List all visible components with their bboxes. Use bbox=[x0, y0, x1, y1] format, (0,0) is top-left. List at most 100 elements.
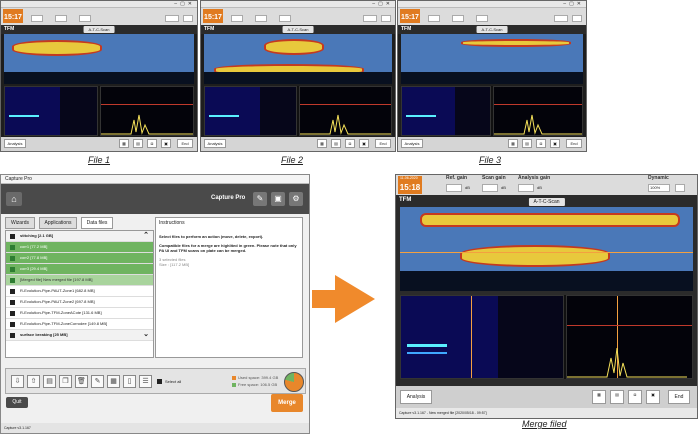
file-row[interactable]: R-Evolution-Pipe-TFM-ZoneCorrodee [149.8… bbox=[6, 319, 153, 330]
ref-gain-input[interactable] bbox=[231, 15, 243, 22]
save-button[interactable]: ▣ bbox=[271, 192, 285, 206]
window-header: 15:17 bbox=[201, 8, 395, 25]
tool-button-2[interactable]: ▤ bbox=[610, 390, 624, 404]
folder-row[interactable]: surface breaking [25 MB] ⌄ bbox=[6, 330, 153, 341]
row-checkbox[interactable] bbox=[10, 234, 15, 239]
probe-toggle[interactable] bbox=[381, 15, 391, 22]
quit-button[interactable]: Quit bbox=[6, 397, 28, 408]
dynamic-select[interactable] bbox=[363, 15, 377, 22]
scan-gain-input[interactable] bbox=[55, 15, 67, 22]
caption-file-2: File 2 bbox=[281, 155, 304, 165]
analysis-button[interactable]: Analysis bbox=[4, 139, 26, 148]
scan-gain-input[interactable] bbox=[452, 15, 464, 22]
merge-button[interactable]: Merge bbox=[271, 394, 303, 412]
dynamic-select[interactable] bbox=[554, 15, 568, 22]
export-button[interactable]: ⇧ bbox=[27, 375, 40, 388]
camera-button[interactable]: ◘ bbox=[147, 139, 157, 148]
copy-button[interactable]: ❐ bbox=[59, 375, 72, 388]
tab-atc-scan[interactable]: A-T-C-Scan bbox=[476, 26, 508, 33]
analysis-gain-input[interactable] bbox=[518, 184, 534, 192]
report-button[interactable]: ▦ bbox=[107, 375, 120, 388]
home-button[interactable]: ⌂ bbox=[6, 192, 22, 206]
row-checkbox[interactable] bbox=[10, 333, 15, 338]
analysis-button[interactable]: Analysis bbox=[401, 139, 423, 148]
dynamic-select[interactable]: 100% bbox=[648, 184, 670, 192]
file-row[interactable]: R-Evolution-Pipe-TFM-ZoneACote [131.6 MB… bbox=[6, 308, 153, 319]
tab-applications[interactable]: Applications bbox=[39, 217, 77, 229]
tab-atc-scan[interactable]: A-T-C-Scan bbox=[282, 26, 314, 33]
file-row[interactable]: corr3 [29.4 MB] bbox=[6, 264, 153, 275]
folder-button[interactable]: ▤ bbox=[43, 375, 56, 388]
ref-gain-input[interactable] bbox=[31, 15, 43, 22]
tool-button-2[interactable]: ▤ bbox=[522, 139, 532, 148]
tool-button-1[interactable]: ▦ bbox=[592, 390, 606, 404]
probe-toggle[interactable] bbox=[675, 184, 685, 192]
file-row[interactable]: R-Evolution-Pipe-PAUT-Zone2 [697.8 MB] bbox=[6, 297, 153, 308]
tab-atc-scan[interactable]: A-T-C-Scan bbox=[83, 26, 115, 33]
folder-row[interactable]: stitching [2.1 GB] ⌃ bbox=[6, 231, 153, 242]
analysis-button[interactable]: Analysis bbox=[400, 390, 432, 404]
camera-button[interactable]: ◘ bbox=[628, 390, 642, 404]
ref-gain-input[interactable] bbox=[428, 15, 440, 22]
tool-button-2[interactable]: ▤ bbox=[331, 139, 341, 148]
probe-button[interactable]: ✎ bbox=[253, 192, 267, 206]
row-checkbox[interactable] bbox=[10, 267, 15, 272]
row-checkbox[interactable] bbox=[10, 289, 15, 294]
tool-button-1[interactable]: ▦ bbox=[119, 139, 129, 148]
collapse-icon[interactable]: ⌃ bbox=[143, 231, 149, 241]
row-checkbox[interactable] bbox=[10, 278, 15, 283]
end-button[interactable]: End bbox=[566, 139, 582, 148]
analysis-gain-input[interactable] bbox=[476, 15, 488, 22]
file-row[interactable]: corr1 [77.2 MB] bbox=[6, 242, 153, 253]
tool-button-1[interactable]: ▦ bbox=[508, 139, 518, 148]
save-file-button[interactable]: ▣ bbox=[550, 139, 560, 148]
tool-button-2[interactable]: ▤ bbox=[133, 139, 143, 148]
rename-button[interactable]: ✎ bbox=[91, 375, 104, 388]
bscan-region bbox=[402, 87, 455, 135]
probe-toggle[interactable] bbox=[183, 15, 193, 22]
ref-gain-input[interactable] bbox=[446, 184, 462, 192]
ascan-view bbox=[566, 295, 693, 379]
row-checkbox[interactable] bbox=[10, 245, 15, 250]
delete-button[interactable]: 🗑 bbox=[75, 375, 88, 388]
list-button[interactable]: ☰ bbox=[139, 375, 152, 388]
caption-file-3: File 3 bbox=[479, 155, 502, 165]
save-file-button[interactable]: ▣ bbox=[161, 139, 171, 148]
camera-button[interactable]: ◘ bbox=[345, 139, 355, 148]
camera-button[interactable]: ◘ bbox=[536, 139, 546, 148]
lower-views bbox=[204, 86, 392, 136]
document-button[interactable]: ▯ bbox=[123, 375, 136, 388]
row-checkbox[interactable] bbox=[10, 311, 15, 316]
window-controls[interactable]: –▢✕ bbox=[174, 1, 195, 7]
analysis-button[interactable]: Analysis bbox=[204, 139, 226, 148]
end-button[interactable]: End bbox=[177, 139, 193, 148]
expand-icon[interactable]: ⌄ bbox=[143, 330, 149, 340]
probe-toggle[interactable] bbox=[572, 15, 582, 22]
window-controls[interactable]: –▢✕ bbox=[372, 1, 393, 7]
export-icon: ⇧ bbox=[30, 378, 37, 385]
analysis-gain-input[interactable] bbox=[79, 15, 91, 22]
end-button[interactable]: End bbox=[375, 139, 391, 148]
tab-atc-scan[interactable]: A-T-C-Scan bbox=[528, 198, 565, 206]
select-all-checkbox[interactable] bbox=[157, 379, 162, 384]
scan-gain-input[interactable] bbox=[482, 184, 498, 192]
analysis-gain-input[interactable] bbox=[279, 15, 291, 22]
dynamic-select[interactable] bbox=[165, 15, 179, 22]
settings-button[interactable]: ⚙ bbox=[289, 192, 303, 206]
file-row[interactable]: [Merged file] New merged file [197.8 MB] bbox=[6, 275, 153, 286]
save-file-button[interactable]: ▣ bbox=[359, 139, 369, 148]
row-checkbox[interactable] bbox=[10, 322, 15, 327]
row-checkbox[interactable] bbox=[10, 300, 15, 305]
row-checkbox[interactable] bbox=[10, 256, 15, 261]
file-row[interactable]: R-Evolution-Pipe-PAUT-Zone1 [682.8 MB] bbox=[6, 286, 153, 297]
save-icon: ▣ bbox=[362, 141, 366, 146]
import-button[interactable]: ⇩ bbox=[11, 375, 24, 388]
window-controls[interactable]: –▢✕ bbox=[563, 1, 584, 7]
save-file-button[interactable]: ▣ bbox=[646, 390, 660, 404]
end-button[interactable]: End bbox=[668, 390, 690, 404]
tab-wizards[interactable]: Wizards bbox=[5, 217, 35, 229]
scan-gain-input[interactable] bbox=[255, 15, 267, 22]
tab-data-files[interactable]: Data files bbox=[81, 217, 113, 229]
file-row[interactable]: corr2 [77.8 MB] bbox=[6, 253, 153, 264]
tool-button-1[interactable]: ▦ bbox=[317, 139, 327, 148]
